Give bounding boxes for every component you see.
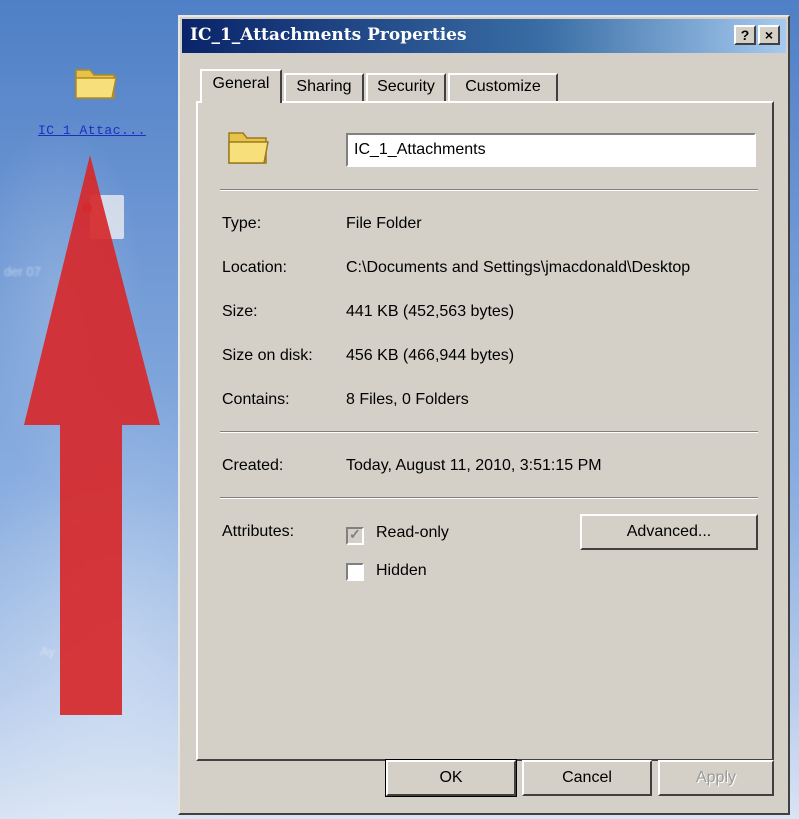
tab-sharing[interactable]: Sharing	[284, 73, 364, 101]
ok-button[interactable]: OK	[385, 759, 517, 797]
apply-button[interactable]: Apply	[658, 760, 774, 796]
desktop-folder-label[interactable]: IC_1_Attac...	[38, 123, 146, 138]
readonly-checkbox[interactable]	[346, 526, 364, 545]
size-on-disk-label: Size on disk:	[222, 347, 313, 364]
size-label: Size:	[222, 303, 258, 320]
advanced-button[interactable]: Advanced...	[580, 514, 758, 550]
separator	[220, 431, 758, 433]
readonly-label[interactable]: Read-only	[376, 524, 449, 542]
contains-label: Contains:	[222, 391, 290, 408]
type-value: File Folder	[346, 215, 422, 232]
separator	[220, 189, 758, 191]
dialog-title: IC_1_Attachments Properties	[190, 25, 467, 45]
close-button[interactable]: ×	[758, 25, 780, 45]
folder-name-input[interactable]	[346, 133, 756, 167]
size-on-disk-value: 456 KB (466,944 bytes)	[346, 347, 515, 364]
separator	[220, 497, 758, 499]
help-button[interactable]: ?	[734, 25, 756, 45]
folder-icon	[228, 132, 269, 164]
size-value: 441 KB (452,563 bytes)	[346, 303, 515, 320]
created-value: Today, August 11, 2010, 3:51:15 PM	[346, 457, 602, 474]
red-arrow-annotation	[24, 155, 160, 715]
tab-general[interactable]: General	[200, 69, 282, 103]
desktop-folder-icon[interactable]	[72, 62, 118, 102]
hidden-checkbox[interactable]	[346, 563, 364, 581]
tab-security[interactable]: Security	[366, 73, 446, 101]
created-label: Created:	[222, 457, 284, 474]
properties-dialog: IC_1_Attachments Properties ? × General …	[178, 15, 790, 815]
hidden-label[interactable]: Hidden	[376, 562, 427, 580]
attributes-label: Attributes:	[222, 523, 295, 540]
tab-customize[interactable]: Customize	[448, 73, 558, 101]
cancel-button[interactable]: Cancel	[522, 760, 652, 796]
location-value: C:\Documents and Settings\jmacdonald\Des…	[346, 259, 691, 276]
dialog-titlebar[interactable]: IC_1_Attachments Properties ? ×	[182, 19, 786, 53]
contains-value: 8 Files, 0 Folders	[346, 391, 469, 408]
type-label: Type:	[222, 215, 262, 232]
location-label: Location:	[222, 259, 287, 276]
